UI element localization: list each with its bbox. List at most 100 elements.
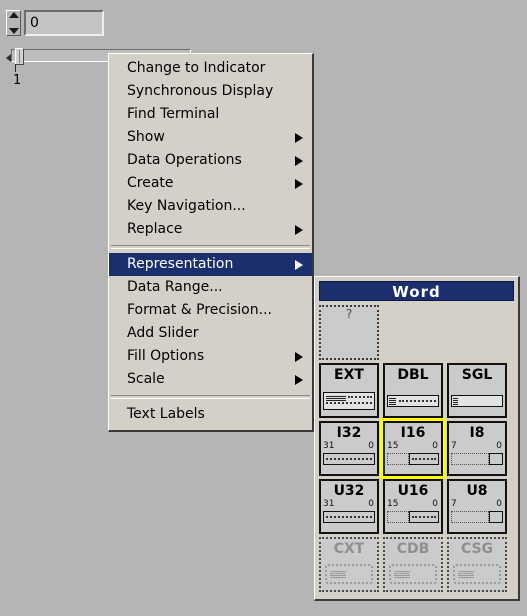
menu-item-scale[interactable]: Scale [109, 368, 312, 391]
msb-label: 31 [323, 499, 335, 509]
palette-cell-dbl[interactable]: DBL [383, 363, 443, 418]
menu-item-show[interactable]: Show [109, 126, 312, 149]
palette-cell-glyph: 15 0 [387, 500, 439, 530]
palette-row: CXT CDB CSG [319, 537, 514, 592]
int-register-icon [387, 453, 439, 465]
palette-cell-glyph: 31 0 [323, 442, 375, 472]
menu-item-label: Format & Precision... [127, 302, 272, 318]
numeric-control[interactable]: 0 [6, 10, 104, 36]
palette-cell-cdb[interactable]: CDB [383, 537, 443, 592]
menu-item-create[interactable]: Create [109, 172, 312, 195]
complex-register-icon [389, 564, 437, 584]
menu-item-label: Representation [127, 256, 234, 272]
menu-item-synchronous-display[interactable]: Synchronous Display [109, 80, 312, 103]
menu-item-label: Create [127, 175, 174, 191]
menu-item-label: Data Range... [127, 279, 223, 295]
ext-register-icon [323, 392, 375, 410]
lsb-label: 0 [496, 499, 502, 509]
palette-cell-label: SGL [461, 367, 493, 383]
palette-grid: ? EXT DBL SGL I32 31 0 I16 15 0 I8 7 0 U32 31 0 U16 15 0 U… [319, 305, 514, 592]
int-register-icon [323, 453, 375, 465]
numeric-value: 0 [30, 15, 39, 31]
question-mark-icon: ? [345, 307, 353, 321]
palette-cell-empty[interactable]: ? [319, 305, 379, 360]
menu-item-find-terminal[interactable]: Find Terminal [109, 103, 312, 126]
menu-item-label: Fill Options [127, 348, 205, 364]
submenu-arrow-icon [295, 374, 303, 385]
palette-cell-label: CSG [460, 541, 494, 557]
menu-separator [111, 245, 310, 249]
palette-cell-glyph [451, 384, 503, 414]
menu-item-format-precision[interactable]: Format & Precision... [109, 299, 312, 322]
numeric-value-field[interactable]: 0 [24, 10, 104, 36]
palette-cell-csg[interactable]: CSG [447, 537, 507, 592]
palette-cell-i8[interactable]: I8 7 0 [447, 421, 507, 476]
submenu-arrow-icon [295, 224, 303, 235]
spin-down-arrow-icon[interactable] [8, 28, 19, 34]
palette-cell-label: I32 [336, 425, 362, 441]
msb-label: 15 [387, 441, 399, 451]
palette-cell-label: U32 [333, 483, 365, 499]
menu-item-label: Change to Indicator [127, 60, 266, 76]
palette-cell-label: DBL [397, 367, 429, 383]
palette-cell-ext[interactable]: EXT [319, 363, 379, 418]
palette-row-empty: ? [319, 305, 514, 360]
palette-cell-glyph [323, 384, 375, 414]
palette-cell-label: CDB [396, 541, 430, 557]
msb-label: 7 [451, 499, 457, 509]
palette-cell-u16[interactable]: U16 15 0 [383, 479, 443, 534]
palette-cell-i16[interactable]: I16 15 0 [380, 418, 446, 479]
menu-item-add-slider[interactable]: Add Slider [109, 322, 312, 345]
menu-item-text-labels[interactable]: Text Labels [109, 403, 312, 426]
menu-item-data-range[interactable]: Data Range... [109, 276, 312, 299]
menu-item-label: Key Navigation... [127, 198, 246, 214]
submenu-arrow-icon [295, 132, 303, 143]
menu-item-label: Text Labels [127, 406, 205, 422]
palette-cell-label: CXT [333, 541, 365, 557]
palette-cell-glyph [323, 558, 375, 588]
menu-item-label: Data Operations [127, 152, 242, 168]
palette-cell-u32[interactable]: U32 31 0 [319, 479, 379, 534]
palette-cell-label: I16 [400, 425, 426, 441]
dbl-register-icon [387, 395, 439, 407]
submenu-arrow-icon [295, 155, 303, 166]
palette-cell-label: EXT [334, 367, 364, 383]
palette-cell-glyph [387, 384, 439, 414]
palette-title: Word [319, 281, 514, 301]
palette-cell-sgl[interactable]: SGL [447, 363, 507, 418]
representation-palette[interactable]: Word ? EXT DBL SGL I32 31 0 I16 15 0 I8 7 0 U32 31 0 U1… [314, 276, 520, 601]
scale-label: 1 [13, 73, 22, 88]
lsb-label: 0 [496, 441, 502, 451]
palette-cell-glyph [451, 558, 503, 588]
msb-label: 31 [323, 441, 335, 451]
submenu-arrow-icon [295, 351, 303, 362]
lsb-label: 0 [432, 441, 438, 451]
sgl-register-icon [451, 395, 503, 407]
int-register-icon [451, 453, 503, 465]
spin-up-arrow-icon[interactable] [8, 12, 19, 18]
int-register-icon [451, 511, 503, 523]
lsb-label: 0 [368, 499, 374, 509]
menu-item-label: Synchronous Display [127, 83, 274, 99]
menu-item-representation[interactable]: Representation [109, 253, 312, 276]
palette-cell-i32[interactable]: I32 31 0 [319, 421, 379, 476]
context-menu[interactable]: Change to Indicator Synchronous Display Fi… [108, 53, 314, 432]
menu-item-replace[interactable]: Replace [109, 218, 312, 241]
palette-cell-label: U16 [397, 483, 429, 499]
palette-cell-label: I8 [469, 425, 485, 441]
menu-separator [111, 395, 310, 399]
menu-item-label: Scale [127, 371, 165, 387]
menu-item-data-operations[interactable]: Data Operations [109, 149, 312, 172]
palette-cell-glyph [387, 558, 439, 588]
palette-cell-cxt[interactable]: CXT [319, 537, 379, 592]
menu-item-key-navigation[interactable]: Key Navigation... [109, 195, 312, 218]
spin-buttons[interactable] [6, 10, 21, 36]
submenu-arrow-icon [295, 178, 303, 189]
palette-cell-u8[interactable]: U8 7 0 [447, 479, 507, 534]
menu-item-label: Show [127, 129, 165, 145]
lsb-label: 0 [368, 441, 374, 451]
menu-item-change-to-indicator[interactable]: Change to Indicator [109, 57, 312, 80]
complex-register-icon [453, 564, 501, 584]
int-register-icon [323, 511, 375, 523]
menu-item-fill-options[interactable]: Fill Options [109, 345, 312, 368]
